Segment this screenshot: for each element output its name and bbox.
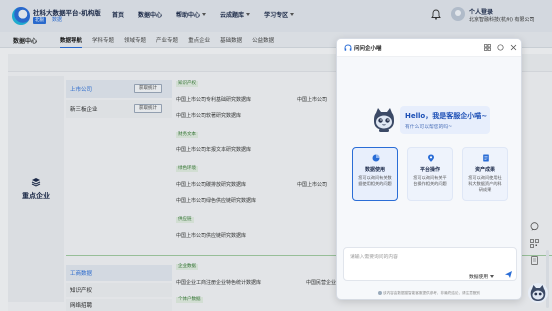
chat-input-box[interactable]: 请输入需要询问的内容 数据使用	[343, 247, 517, 281]
location-pin-icon	[428, 154, 434, 162]
card-title: 资产成果	[474, 167, 495, 173]
card-desc: 您可以询问有关数据使用相关的问题	[358, 175, 392, 186]
chat-bubble-icon[interactable]	[530, 222, 539, 231]
info-icon	[377, 291, 382, 295]
expand-icon[interactable]	[497, 44, 504, 51]
quick-card-data-usage[interactable]: 数据使用 您可以询问有关数据使用相关的问题	[352, 147, 398, 201]
quick-card-platform-ops[interactable]: 平台操作 您可以询问有关平台操作相关的问题	[407, 147, 453, 201]
mode-select[interactable]: 数据使用	[469, 273, 495, 280]
card-desc: 您可以询问有关平台操作相关的问题	[413, 175, 447, 186]
headset-icon	[344, 44, 352, 51]
side-toolbar	[530, 222, 539, 265]
notes-icon[interactable]	[530, 256, 539, 265]
grid-icon[interactable]	[484, 44, 491, 51]
pie-chart-icon	[372, 154, 380, 162]
greeting-subtitle: 有什么可以帮您的吗~	[405, 125, 453, 130]
card-title: 平台操作	[419, 167, 440, 173]
chat-disclaimer-text: 该内容由数据猫智能客服提供参考，非最终结论，请注意甄别	[382, 291, 481, 295]
send-icon[interactable]	[504, 270, 513, 279]
floating-cat-bot-icon[interactable]	[528, 282, 548, 304]
greeting-bubble: Hello，我是客服企小喵~ 有什么可以帮您的吗~	[400, 106, 490, 134]
cat-bot-avatar-icon	[374, 108, 394, 132]
chat-panel: 问问企小喵 Hello，我是客服企小喵~ 有什么可以帮您的吗~ 数据使用 您可以…	[336, 38, 522, 300]
chat-header: 问问企小喵	[337, 39, 521, 57]
card-desc: 您可以询问使用社科大数据资产的科研成果	[468, 175, 502, 192]
chat-disclaimer: 该内容由数据猫智能客服提供参考，非最终结论，请注意甄别	[337, 291, 521, 296]
mode-select-label: 数据使用	[469, 275, 489, 280]
quick-card-asset-results[interactable]: 资产成果 您可以询问使用社科大数据资产的科研成果	[462, 147, 508, 201]
chat-header-actions	[484, 44, 517, 51]
chevron-down-icon	[490, 275, 495, 278]
close-icon[interactable]	[510, 44, 517, 51]
chat-input-placeholder[interactable]: 请输入需要询问的内容	[350, 253, 398, 260]
greeting-title: Hello，我是客服企小喵~	[405, 112, 488, 120]
card-title: 数据使用	[364, 167, 385, 173]
chat-title: 问问企小喵	[354, 46, 382, 52]
document-icon	[483, 154, 489, 162]
qr-code-icon[interactable]	[530, 239, 539, 248]
